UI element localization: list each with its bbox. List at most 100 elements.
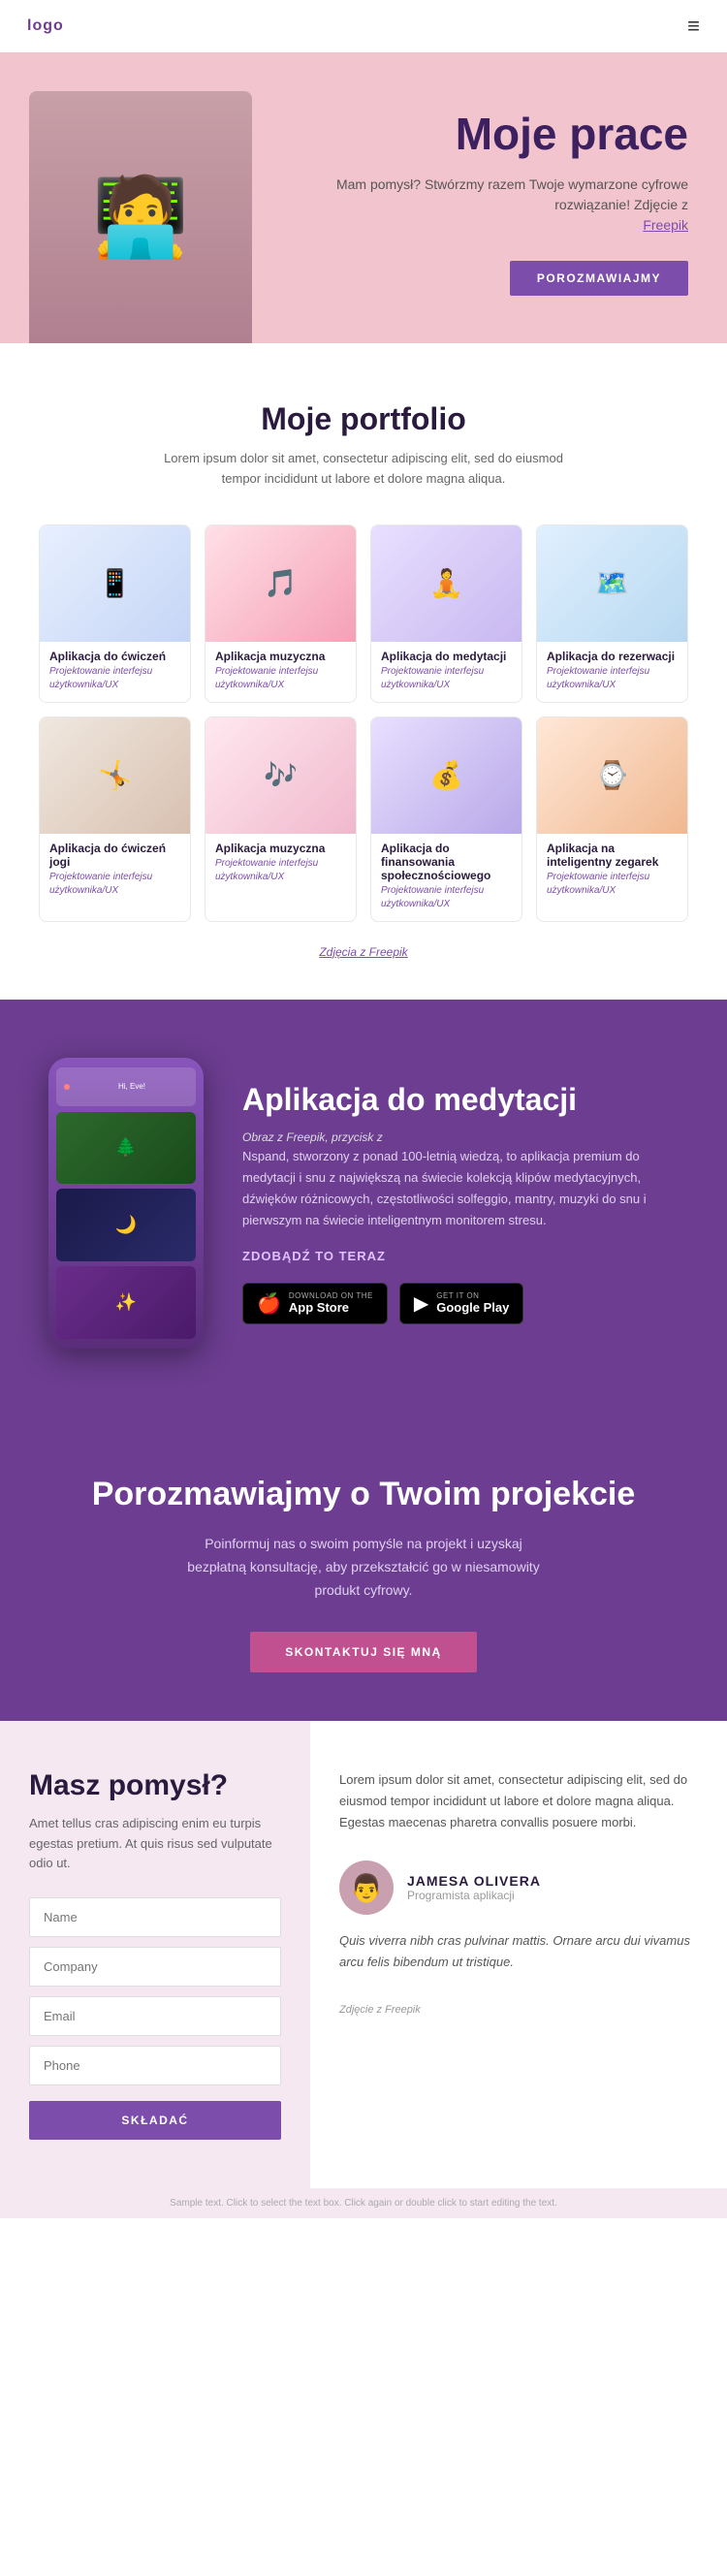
testimonial-info: JAMESA OLIVERA Programista aplikacji [407,1873,541,1902]
portfolio-footer: Zdjęcia z Freepik [39,943,688,961]
contact-button[interactable]: SKONTAKTUJ SIĘ MNĄ [250,1632,476,1672]
google-play-text: GET IT ON Google Play [436,1291,509,1315]
store-buttons: 🍎 Download on the App Store ▶ GET IT ON … [242,1283,679,1324]
google-play-button[interactable]: ▶ GET IT ON Google Play [399,1283,524,1324]
form-submit-button[interactable]: SKŁADAĆ [29,2101,281,2140]
meditation-title: Aplikacja do medytacji [242,1081,679,1118]
portfolio-info-1: Aplikacja muzyczna Projektowanie interfe… [205,642,356,702]
portfolio-info-3: Aplikacja do rezerwacji Projektowanie in… [537,642,687,702]
form-field-name[interactable] [29,1897,281,1937]
portfolio-thumb-emoji-5: 🎶 [264,759,298,791]
portfolio-app-category-2: Projektowanie interfejsu użytkownika/UX [381,665,512,692]
testimonial-section: Lorem ipsum dolor sit amet, consectetur … [310,1721,727,2188]
phone-card-sleep: 🌙 [56,1189,196,1261]
portfolio-app-category-3: Projektowanie interfejsu użytkownika/UX [547,665,678,692]
portfolio-thumb-emoji-6: 💰 [429,759,463,791]
portfolio-app-name-0: Aplikacja do ćwiczeń [49,650,180,663]
portfolio-info-0: Aplikacja do ćwiczeń Projektowanie inter… [40,642,190,702]
footer-text: Sample text. Click to select the text bo… [19,2198,708,2209]
portfolio-app-name-7: Aplikacja na inteligentny zegarek [547,842,678,869]
portfolio-info-5: Aplikacja muzyczna Projektowanie interfe… [205,834,356,894]
portfolio-thumb-emoji-1: 🎵 [264,567,298,599]
portfolio-item-0[interactable]: 📱 Aplikacja do ćwiczeń Projektowanie int… [39,525,191,703]
portfolio-thumb-emoji-4: 🤸 [98,759,132,791]
portfolio-item-7[interactable]: ⌚ Aplikacja na inteligentny zegarek Proj… [536,716,688,922]
meditation-description: Nspand, stworzony z ponad 100-letnią wie… [242,1146,679,1231]
portfolio-thumb-7: ⌚ [537,717,687,834]
form-field-company[interactable] [29,1947,281,1987]
testimonial-card: 👨 JAMESA OLIVERA Programista aplikacji [339,1860,698,1915]
hero-description: Mam pomysł? Stwórzmy razem Twoje wymarzo… [320,175,688,236]
phone-top-bar: Hi, Eve! [56,1067,196,1106]
google-play-name: Google Play [436,1300,509,1315]
avatar-emoji: 👨 [350,1872,384,1904]
portfolio-thumb-emoji-7: ⌚ [595,759,629,791]
portfolio-thumb-0: 📱 [40,525,190,642]
portfolio-app-name-1: Aplikacja muzyczna [215,650,346,663]
apple-icon: 🍎 [257,1291,281,1316]
portfolio-item-2[interactable]: 🧘 Aplikacja do medytacji Projektowanie i… [370,525,522,703]
form-field-phone[interactable] [29,2046,281,2085]
hero-section: 🧑‍💻 Moje prace Mam pomysł? Stwórzmy raze… [0,52,727,343]
portfolio-subtitle: Lorem ipsum dolor sit amet, consectetur … [160,449,567,490]
app-store-text: Download on the App Store [289,1291,373,1315]
portfolio-thumb-3: 🗺️ [537,525,687,642]
meditation-phone: Hi, Eve! 🌲 🌙 ✨ [48,1058,204,1349]
phone-greeting: Hi, Eve! [76,1082,188,1091]
hero-title: Moje prace [320,110,688,159]
testimonial-name: JAMESA OLIVERA [407,1873,541,1889]
meditation-cta[interactable]: ZDOBĄDŹ TO TERAZ [242,1249,679,1263]
testimonial-body: Lorem ipsum dolor sit amet, consectetur … [339,1769,698,1833]
contact-section: Porozmawiajmy o Twoim projekcie Poinform… [0,1407,727,1721]
form-description: Amet tellus cras adipiscing enim eu turp… [29,1814,281,1874]
hamburger-menu-icon[interactable]: ≡ [687,14,700,39]
form-section: Masz pomysł? Amet tellus cras adipiscing… [0,1721,310,2188]
app-store-label: Download on the [289,1291,373,1300]
portfolio-item-5[interactable]: 🎶 Aplikacja muzyczna Projektowanie inter… [205,716,357,922]
portfolio-thumb-emoji-0: 📱 [98,567,132,599]
form-title: Masz pomysł? [29,1769,281,1802]
portfolio-thumb-1: 🎵 [205,525,356,642]
portfolio-item-6[interactable]: 💰 Aplikacja do finansowania społeczności… [370,716,522,922]
google-play-label: GET IT ON [436,1291,509,1300]
hero-button[interactable]: POROZMAWIAJMY [510,261,688,296]
portfolio-app-name-5: Aplikacja muzyczna [215,842,346,855]
portfolio-section: Moje portfolio Lorem ipsum dolor sit ame… [0,343,727,1000]
testimonial-role: Programista aplikacji [407,1889,541,1902]
testimonial-avatar: 👨 [339,1860,394,1915]
portfolio-item-4[interactable]: 🤸 Aplikacja do ćwiczeń jogi Projektowani… [39,716,191,922]
portfolio-freepik-link[interactable]: Zdjęcia z Freepik [319,945,407,959]
footer: Sample text. Click to select the text bo… [0,2188,727,2218]
portfolio-thumb-4: 🤸 [40,717,190,834]
logo: logo [27,17,64,35]
photo-credit: Zdjęcie z Freepik [339,2004,421,2016]
contact-description: Poinformuj nas o swoim pomyśle na projek… [179,1533,548,1602]
portfolio-item-3[interactable]: 🗺️ Aplikacja do rezerwacji Projektowanie… [536,525,688,703]
portfolio-app-category-5: Projektowanie interfejsu użytkownika/UX [215,857,346,884]
testimonial-quote: Quis viverra nibh cras pulvinar mattis. … [339,1930,698,1973]
portfolio-app-category-4: Projektowanie interfejsu użytkownika/UX [49,871,180,898]
phone-cards: 🌲 🌙 ✨ [56,1112,196,1339]
contact-title: Porozmawiajmy o Twoim projekcie [39,1475,688,1514]
portfolio-app-name-4: Aplikacja do ćwiczeń jogi [49,842,180,869]
portfolio-info-7: Aplikacja na inteligentny zegarek Projek… [537,834,687,907]
portfolio-item-1[interactable]: 🎵 Aplikacja muzyczna Projektowanie inter… [205,525,357,703]
hero-content: Moje prace Mam pomysł? Stwórzmy razem Tw… [320,110,688,325]
app-store-button[interactable]: 🍎 Download on the App Store [242,1283,388,1324]
app-store-name: App Store [289,1300,373,1315]
portfolio-info-4: Aplikacja do ćwiczeń jogi Projektowanie … [40,834,190,907]
meditation-subtitle: Obraz z Freepik, przycisk z [242,1130,383,1144]
meditation-content: Aplikacja do medytacji Obraz z Freepik, … [242,1081,679,1324]
portfolio-app-name-2: Aplikacja do medytacji [381,650,512,663]
portfolio-thumb-2: 🧘 [371,525,522,642]
portfolio-thumb-5: 🎶 [205,717,356,834]
meditation-section: Hi, Eve! 🌲 🌙 ✨ Aplikacja do medytacji Ob… [0,1000,727,1407]
portfolio-app-name-6: Aplikacja do finansowania społecznościow… [381,842,512,882]
portfolio-title: Moje portfolio [39,401,688,437]
form-field-email[interactable] [29,1996,281,2036]
hero-link[interactable]: Freepik [643,217,688,233]
form-fields [29,1897,281,2095]
portfolio-info-2: Aplikacja do medytacji Projektowanie int… [371,642,522,702]
portfolio-app-category-7: Projektowanie interfejsu użytkownika/UX [547,871,678,898]
header: logo ≡ [0,0,727,52]
